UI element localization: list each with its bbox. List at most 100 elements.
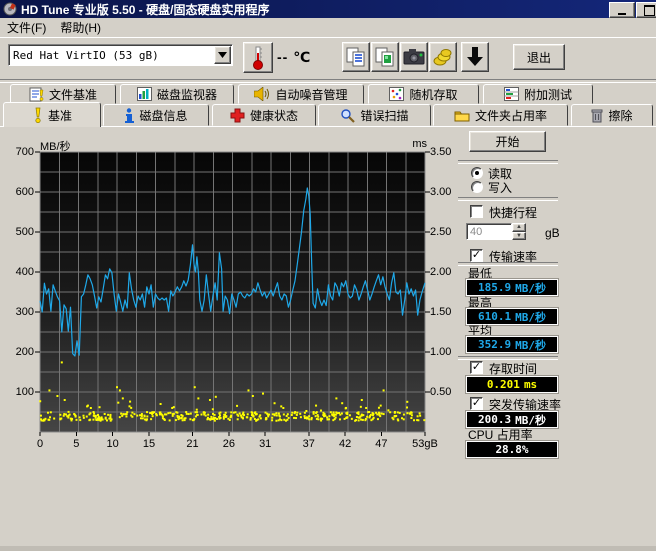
axis-tick-label: 2.50 bbox=[430, 226, 460, 238]
tab-benchmark[interactable]: 基准 bbox=[3, 102, 101, 127]
tab-health[interactable]: 健康状态 bbox=[212, 104, 316, 126]
title-bar[interactable]: HD Tune 专业版 5.50 - 硬盘/固态硬盘实用程序 bbox=[0, 0, 656, 18]
copy-image-button[interactable] bbox=[371, 42, 399, 72]
tab-extra-tests[interactable]: 附加测试 bbox=[483, 84, 593, 104]
save-results-button[interactable] bbox=[461, 42, 489, 72]
purchase-button[interactable] bbox=[429, 42, 457, 72]
temperature-button[interactable] bbox=[243, 42, 273, 73]
axis-tick-label: 1.50 bbox=[430, 306, 460, 318]
health-cross-icon bbox=[230, 108, 245, 123]
separator bbox=[458, 197, 558, 201]
read-radio[interactable] bbox=[471, 167, 483, 179]
start-button-label: 开始 bbox=[495, 133, 519, 150]
random-access-icon bbox=[389, 87, 404, 101]
screenshot-button[interactable] bbox=[400, 42, 428, 72]
avg-value-display: 352.9 MB/秒 bbox=[466, 336, 558, 353]
capacity-value: 40 bbox=[470, 226, 482, 238]
short-stroke-checkbox[interactable] bbox=[470, 205, 483, 218]
tab-label: 附加测试 bbox=[524, 86, 572, 103]
axis-tick-label: 1.00 bbox=[430, 346, 460, 358]
info-icon bbox=[124, 108, 134, 123]
tab-disk-info[interactable]: 磁盘信息 bbox=[103, 104, 209, 126]
tab-erase[interactable]: 擦除 bbox=[571, 104, 653, 126]
extra-tests-icon bbox=[504, 87, 519, 101]
stepper-up-icon[interactable]: ▲ bbox=[512, 223, 526, 232]
axis-tick-label: 0 bbox=[22, 438, 58, 450]
window-bottom-edge bbox=[0, 546, 656, 551]
transfer-rate-checkbox[interactable]: ✓ bbox=[470, 249, 483, 262]
tab-file-benchmark[interactable]: 文件基准 bbox=[10, 84, 116, 104]
separator bbox=[458, 160, 558, 164]
tab-aam[interactable]: 自动噪音管理 bbox=[238, 84, 364, 104]
tab-label: 磁盘信息 bbox=[139, 107, 187, 124]
maximize-icon bbox=[644, 5, 655, 16]
axis-tick-label: 700 bbox=[8, 146, 34, 158]
tab-folder-usage[interactable]: 文件夹占用率 bbox=[433, 104, 568, 126]
short-stroke-label: 快捷行程 bbox=[489, 204, 537, 221]
axis-tick-label: 400 bbox=[8, 266, 34, 278]
axis-tick-label: 2.00 bbox=[430, 266, 460, 278]
axis-tick-label: 600 bbox=[8, 186, 34, 198]
axis-tick-label: 5 bbox=[58, 438, 94, 450]
thermometer-icon bbox=[252, 46, 264, 70]
axis-tick-label: 31 bbox=[247, 438, 283, 450]
coins-icon bbox=[433, 48, 453, 66]
drive-select-dropdown-button[interactable] bbox=[214, 46, 231, 64]
capacity-stepper[interactable]: ▲ ▼ bbox=[512, 223, 526, 240]
stepper-down-icon[interactable]: ▼ bbox=[512, 232, 526, 241]
chevron-down-icon bbox=[218, 52, 227, 58]
capacity-input[interactable]: 40 bbox=[466, 223, 512, 240]
tab-random-access[interactable]: 随机存取 bbox=[368, 84, 479, 104]
axis-tick-label: 21 bbox=[175, 438, 211, 450]
tab-label: 基准 bbox=[48, 107, 72, 124]
speaker-icon bbox=[254, 87, 270, 101]
file-benchmark-icon bbox=[29, 87, 44, 102]
tab-label: 文件夹占用率 bbox=[475, 107, 547, 124]
access-time-unit: ms bbox=[524, 378, 537, 391]
axis-tick-label: 200 bbox=[8, 346, 34, 358]
right-axis-unit: ms bbox=[400, 138, 427, 150]
burst-rate-checkbox[interactable]: ✓ bbox=[470, 397, 483, 410]
axis-tick-label: 47 bbox=[363, 438, 399, 450]
menu-file[interactable]: 文件(F) bbox=[0, 17, 53, 38]
maximize-button[interactable] bbox=[636, 2, 656, 18]
access-time-label: 存取时间 bbox=[489, 360, 537, 377]
axis-tick-label: 3.50 bbox=[430, 146, 460, 158]
tab-label: 随机存取 bbox=[409, 86, 457, 103]
drive-select[interactable]: Red Hat VirtIO (53 gB) bbox=[8, 44, 233, 66]
temperature-readout: -- ℃ bbox=[277, 49, 311, 66]
exit-button[interactable]: 退出 bbox=[513, 44, 565, 70]
access-time-checkbox[interactable]: ✓ bbox=[470, 361, 483, 374]
minimize-button[interactable] bbox=[609, 2, 635, 18]
temperature-value: -- bbox=[277, 49, 288, 65]
menu-help[interactable]: 帮助(H) bbox=[53, 17, 108, 38]
axis-tick-label: 42 bbox=[327, 438, 363, 450]
burst-rate-value: 200.3 bbox=[478, 413, 511, 426]
avg-value: 352.9 bbox=[478, 338, 511, 351]
toolbar-separator bbox=[0, 79, 656, 83]
axis-tick-label: 0.50 bbox=[430, 386, 460, 398]
access-time-display: 0.201 ms bbox=[466, 376, 558, 393]
capacity-unit-label: gB bbox=[545, 226, 560, 240]
trash-icon bbox=[591, 108, 603, 123]
tab-error-scan[interactable]: 错误扫描 bbox=[318, 104, 431, 126]
write-radio[interactable] bbox=[471, 181, 483, 193]
access-time-value: 0.201 bbox=[487, 378, 520, 391]
screenshot-camera-icon bbox=[403, 48, 425, 66]
min-value: 185.9 bbox=[478, 281, 511, 294]
minimize-icon bbox=[618, 13, 626, 15]
axis-tick-label: 10 bbox=[95, 438, 131, 450]
tab-label: 文件基准 bbox=[49, 86, 97, 103]
cpu-usage-display: 28.8% bbox=[466, 441, 558, 458]
axis-tick-label: 26 bbox=[211, 438, 247, 450]
axis-tick-label: 500 bbox=[8, 226, 34, 238]
tab-label: 错误扫描 bbox=[360, 107, 408, 124]
window-title: HD Tune 专业版 5.50 - 硬盘/固态硬盘实用程序 bbox=[21, 1, 269, 18]
copy-report-button[interactable] bbox=[342, 42, 370, 72]
folder-icon bbox=[454, 109, 470, 122]
check-icon: ✓ bbox=[472, 397, 481, 409]
tab-disk-monitor[interactable]: 磁盘监视器 bbox=[120, 84, 234, 104]
start-button[interactable]: 开始 bbox=[469, 131, 546, 152]
menu-bar: 文件(F) 帮助(H) bbox=[0, 18, 656, 38]
min-unit: MB/秒 bbox=[515, 280, 546, 296]
